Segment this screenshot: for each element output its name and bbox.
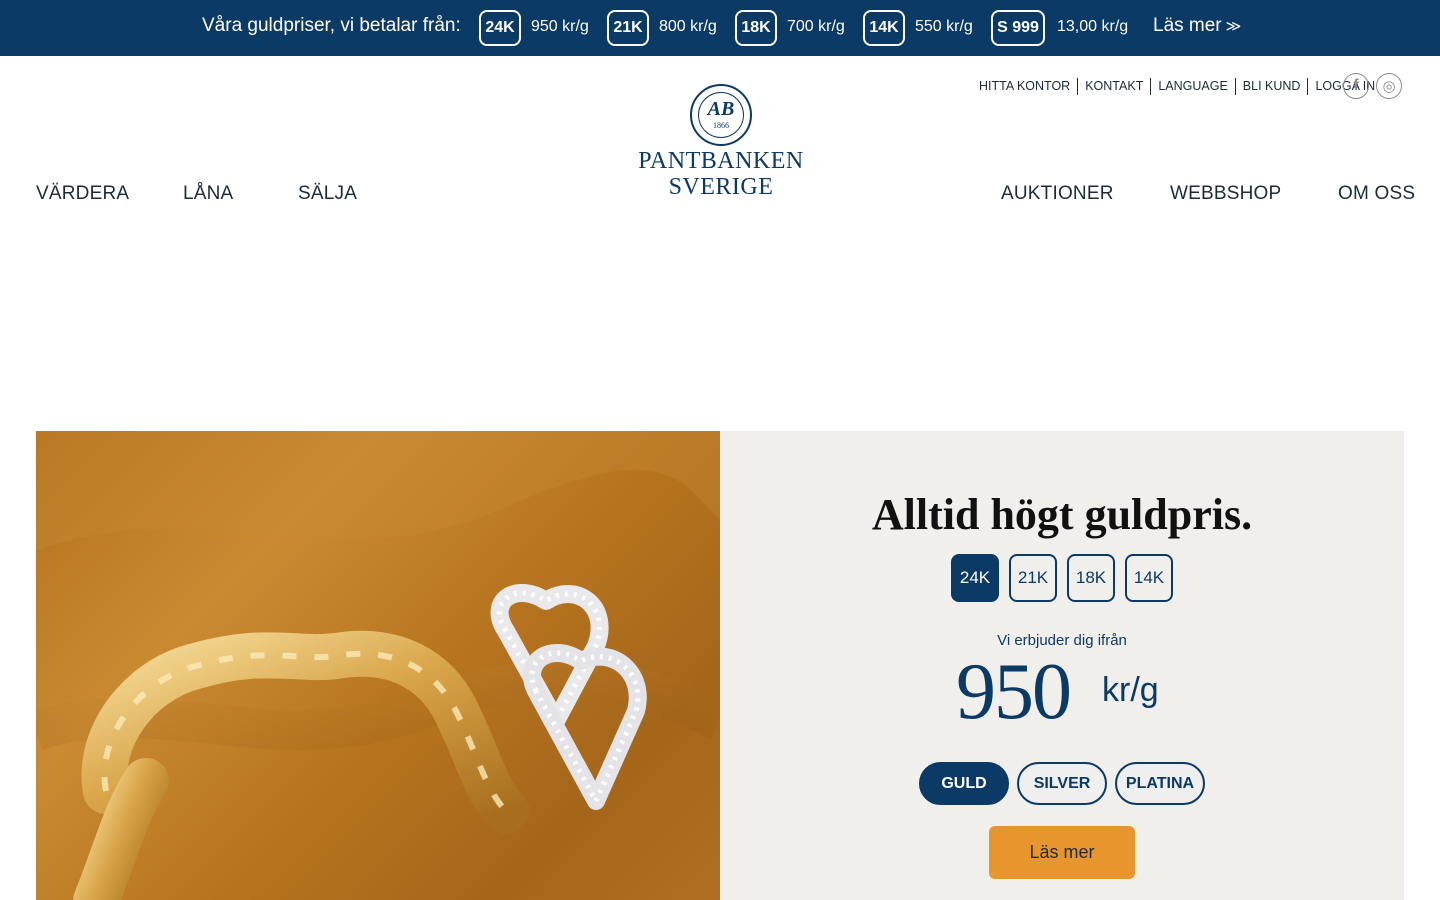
price-bar-title: Våra guldpriser, vi betalar från: <box>202 15 461 36</box>
nav-auktioner[interactable]: AUKTIONER <box>1001 183 1114 205</box>
logo-wordmark-line1: PANTBANKEN <box>638 148 804 174</box>
logo-seal-emblem: AB 1866 <box>690 84 752 146</box>
hero-image-gold-jewelry <box>36 431 720 900</box>
nav-lana[interactable]: LÅNA <box>183 183 233 205</box>
karat-tab-14k[interactable]: 14K <box>1125 554 1173 602</box>
metal-tab-guld[interactable]: GULD <box>919 762 1009 805</box>
double-chevron-right-icon: ≫ <box>1225 18 1242 35</box>
karat-tab-21k[interactable]: 21K <box>1009 554 1057 602</box>
hero-title: Alltid högt guldpris. <box>871 490 1253 539</box>
karat-tab-24k[interactable]: 24K <box>951 554 999 602</box>
offer-price-unit: kr/g <box>1102 671 1159 709</box>
karat-badge-21k: 21K <box>607 10 649 46</box>
karat-badge-18k: 18K <box>735 10 777 46</box>
util-link-hitta-kontor[interactable]: HITTA KONTOR <box>972 78 1079 95</box>
metal-tab-platina[interactable]: PLATINA <box>1115 762 1205 805</box>
metal-tab-silver[interactable]: SILVER <box>1017 762 1107 805</box>
instagram-icon[interactable]: ◎ <box>1376 73 1402 99</box>
util-link-kontakt[interactable]: KONTAKT <box>1078 78 1152 95</box>
nav-om-oss[interactable]: OM OSS <box>1338 183 1415 205</box>
nav-vardera[interactable]: VÄRDERA <box>36 183 129 205</box>
karat-badge-14k: 14K <box>863 10 905 46</box>
price-bar-read-more-label: Läs mer <box>1153 15 1222 36</box>
price-18k: 700 kr/g <box>787 18 845 35</box>
util-link-bli-kund[interactable]: BLI KUND <box>1236 78 1309 95</box>
gold-price-hero: Alltid högt guldpris. 24K 21K 18K 14K Vi… <box>36 431 1404 900</box>
logo-year: 1866 <box>713 121 729 130</box>
karat-tab-18k[interactable]: 18K <box>1067 554 1115 602</box>
facebook-icon[interactable]: f <box>1343 73 1369 99</box>
silver-badge-s999: S 999 <box>991 10 1045 46</box>
price-s999: 13,00 kr/g <box>1057 18 1129 35</box>
price-21k: 800 kr/g <box>659 18 717 35</box>
logo-monogram: AB <box>707 98 735 120</box>
logo-wordmark-line2: SVERIGE <box>668 174 774 200</box>
site-logo[interactable]: AB 1866 PANTBANKEN SVERIGE <box>638 84 804 200</box>
price-24k: 950 kr/g <box>531 18 589 35</box>
price-calculator-panel: Alltid högt guldpris. 24K 21K 18K 14K Vi… <box>720 431 1404 900</box>
nav-webbshop[interactable]: WEBBSHOP <box>1170 183 1281 205</box>
price-bar-read-more-link[interactable]: Läs mer ≫ <box>1153 15 1241 37</box>
read-more-button[interactable]: Läs mer <box>989 826 1135 879</box>
karat-badge-24k: 24K <box>479 10 521 46</box>
util-link-language[interactable]: LANGUAGE <box>1151 78 1236 95</box>
offer-price-value: 950 <box>956 648 1072 736</box>
nav-salja[interactable]: SÄLJA <box>298 183 357 205</box>
gold-price-bar: Våra guldpriser, vi betalar från: 24K 95… <box>0 0 1440 56</box>
utility-nav: HITTA KONTOR KONTAKT LANGUAGE BLI KUND L… <box>972 78 1382 95</box>
price-14k: 550 kr/g <box>915 18 973 35</box>
